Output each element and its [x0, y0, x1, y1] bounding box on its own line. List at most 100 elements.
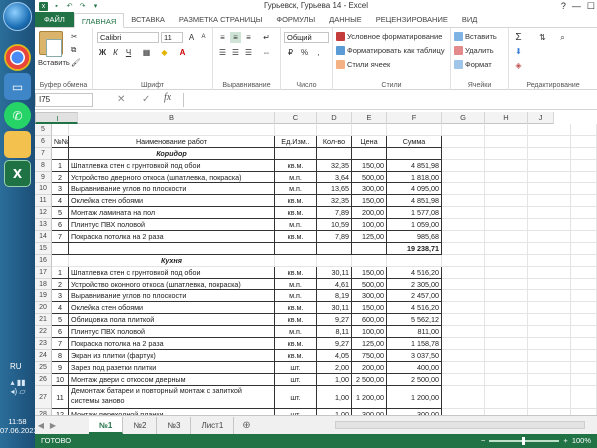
- format-painter-icon[interactable]: 🖌: [71, 58, 81, 67]
- cell-h13[interactable]: [485, 219, 528, 232]
- cell-f21[interactable]: 5 562,12: [387, 314, 442, 327]
- cell-f11[interactable]: 4 851,98: [387, 195, 442, 208]
- cell-e16[interactable]: [352, 254, 387, 267]
- sort-filter-icon[interactable]: ⇅: [537, 32, 548, 43]
- cell-e21[interactable]: 600,00: [352, 314, 387, 327]
- formula-input[interactable]: [183, 93, 597, 107]
- cell-a8[interactable]: 1: [52, 159, 69, 172]
- cell-e24[interactable]: 750,00: [352, 349, 387, 362]
- cell-b9[interactable]: Устройство дверного откоса (шпатлевка, п…: [69, 171, 275, 184]
- cell-d10[interactable]: 13,65: [317, 183, 352, 196]
- cell-j19[interactable]: [571, 290, 597, 303]
- minimize-button[interactable]: —: [572, 0, 581, 12]
- comma-style-icon[interactable]: ,: [313, 47, 324, 58]
- clock[interactable]: 11:58 07.06.2023: [0, 417, 38, 435]
- cell-j22[interactable]: [571, 326, 597, 339]
- cell-d26[interactable]: 1,00: [317, 373, 352, 386]
- row-header[interactable]: 17: [35, 266, 52, 279]
- row-header[interactable]: 11: [35, 195, 52, 208]
- merge-cells-icon[interactable]: ⇔: [261, 47, 272, 58]
- cell-a15[interactable]: [52, 242, 69, 255]
- cell-b12[interactable]: Монтаж ламината на пол: [69, 207, 275, 220]
- cell-b27[interactable]: Демонтаж батареи и повторный монтаж с за…: [69, 385, 275, 410]
- cell-a24[interactable]: 8: [52, 349, 69, 362]
- cell-b21[interactable]: Облицовка пола плиткой: [69, 314, 275, 327]
- wrap-text-icon[interactable]: ↵: [261, 32, 272, 43]
- cell-a17[interactable]: 1: [52, 266, 69, 279]
- cell-c16[interactable]: [275, 254, 317, 267]
- cancel-formula-button[interactable]: ✕: [117, 94, 125, 105]
- cell-c20[interactable]: кв.м.: [275, 302, 317, 315]
- next-sheet-icon[interactable]: ▶: [47, 421, 59, 430]
- cell-a26[interactable]: 10: [52, 373, 69, 386]
- cell-d18[interactable]: 4,61: [317, 278, 352, 291]
- cell-g17[interactable]: [442, 266, 485, 279]
- tab-page-layout[interactable]: РАЗМЕТКА СТРАНИЦЫ: [172, 12, 269, 27]
- cell-i20[interactable]: [528, 302, 571, 315]
- row-header[interactable]: 10: [35, 183, 52, 196]
- cell-g11[interactable]: [442, 195, 485, 208]
- cell-h19[interactable]: [485, 290, 528, 303]
- maximize-button[interactable]: ☐: [587, 0, 595, 12]
- cell-j15[interactable]: [571, 242, 597, 255]
- cell-g15[interactable]: [442, 242, 485, 255]
- cell-a25[interactable]: 9: [52, 361, 69, 374]
- cell-e9[interactable]: 500,00: [352, 171, 387, 184]
- cell-f22[interactable]: 811,00: [387, 326, 442, 339]
- cell-j23[interactable]: [571, 338, 597, 350]
- cell-g24[interactable]: [442, 349, 485, 362]
- sheet-tab-1[interactable]: №1: [89, 416, 124, 434]
- cell-a22[interactable]: 6: [52, 326, 69, 339]
- system-tray[interactable]: ▴ ▮▮ ◂) ▱: [3, 378, 33, 406]
- cell-h25[interactable]: [485, 361, 528, 374]
- cell-a21[interactable]: 5: [52, 314, 69, 327]
- row-header[interactable]: 7: [35, 147, 52, 160]
- cell-c27[interactable]: шт.: [275, 385, 317, 410]
- cell-h26[interactable]: [485, 373, 528, 386]
- cell-j5[interactable]: [571, 124, 597, 136]
- cell-b10[interactable]: Выравнивание углов по плоскости: [69, 183, 275, 196]
- cell-g8[interactable]: [442, 159, 485, 172]
- cell-h24[interactable]: [485, 349, 528, 362]
- cell-d17[interactable]: 30,11: [317, 266, 352, 279]
- cell-c25[interactable]: шт.: [275, 361, 317, 374]
- cell-g27[interactable]: [442, 385, 485, 410]
- cell-i23[interactable]: [528, 338, 571, 350]
- align-right-icon[interactable]: ☰: [243, 47, 254, 58]
- row-header[interactable]: 15: [35, 242, 52, 255]
- cell-f19[interactable]: 2 457,00: [387, 290, 442, 303]
- cell-h22[interactable]: [485, 326, 528, 339]
- number-format-select[interactable]: Общий: [284, 32, 329, 43]
- cell-f27[interactable]: 1 200,00: [387, 385, 442, 410]
- column-header-f[interactable]: F: [387, 112, 442, 124]
- cell-j10[interactable]: [571, 183, 597, 196]
- cell-g12[interactable]: [442, 207, 485, 220]
- cell-f5[interactable]: [387, 124, 442, 136]
- computer-icon[interactable]: ▭: [4, 73, 31, 100]
- cell-h23[interactable]: [485, 338, 528, 350]
- cell-e11[interactable]: 150,00: [352, 195, 387, 208]
- cell-b11[interactable]: Оклейка стен обоями: [69, 195, 275, 208]
- insert-function-button[interactable]: fx: [164, 92, 171, 103]
- enter-formula-button[interactable]: ✓: [142, 94, 150, 105]
- prev-sheet-icon[interactable]: ◀: [35, 421, 47, 430]
- cell-c8[interactable]: кв.м.: [275, 159, 317, 172]
- cell-e13[interactable]: 100,00: [352, 219, 387, 232]
- cell-c17[interactable]: кв.м.: [275, 266, 317, 279]
- fill-color-icon[interactable]: ◆: [159, 47, 170, 58]
- cell-e19[interactable]: 300,00: [352, 290, 387, 303]
- cell-e27[interactable]: 1 200,00: [352, 385, 387, 410]
- cell-g7[interactable]: [442, 147, 485, 160]
- insert-cells-button[interactable]: Вставить: [454, 32, 497, 41]
- cell-c5[interactable]: [275, 124, 317, 136]
- cell-e12[interactable]: 200,00: [352, 207, 387, 220]
- cell-d19[interactable]: 8,19: [317, 290, 352, 303]
- cell-d8[interactable]: 32,35: [317, 159, 352, 172]
- cell-b18[interactable]: Устройство оконного откоса (шпатлевка, п…: [69, 278, 275, 291]
- cell-i25[interactable]: [528, 361, 571, 374]
- cell-j20[interactable]: [571, 302, 597, 315]
- cut-icon[interactable]: ✂: [71, 32, 77, 41]
- row-header[interactable]: 21: [35, 314, 52, 327]
- tab-home[interactable]: ГЛАВНАЯ: [73, 13, 125, 28]
- cell-i24[interactable]: [528, 349, 571, 362]
